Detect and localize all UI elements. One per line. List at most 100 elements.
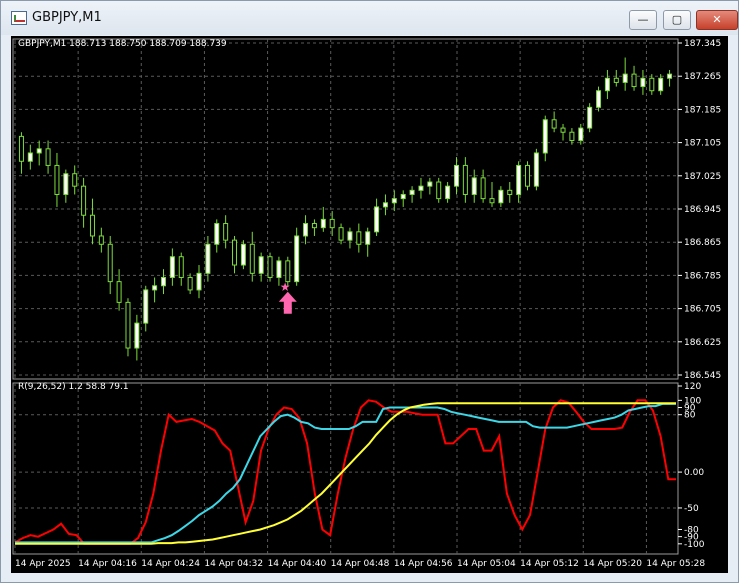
candle-body — [631, 73, 637, 88]
price-axis-label: 186.945 — [684, 205, 721, 215]
candle-body — [622, 73, 628, 83]
candle-body — [320, 218, 326, 229]
price-axis-label: 186.545 — [684, 371, 721, 381]
candle-body — [125, 301, 131, 349]
candle-body — [72, 173, 78, 187]
price-axis-label: 186.705 — [684, 305, 721, 315]
candle-body — [232, 239, 238, 266]
candle-body — [445, 185, 451, 200]
candle-body — [205, 243, 211, 274]
candle-body — [196, 272, 202, 291]
candle-body — [453, 164, 459, 187]
candle-body — [152, 285, 158, 291]
candle-body — [462, 164, 468, 195]
candle-body — [542, 119, 548, 154]
candle-body — [160, 276, 166, 287]
candle-body — [489, 198, 495, 204]
chart-background — [11, 36, 728, 573]
candle-body — [187, 276, 193, 291]
time-axis-label: 14 Apr 04:48 — [331, 559, 390, 569]
time-axis-label: 14 Apr 05:12 — [520, 559, 579, 569]
candle-body — [480, 177, 486, 200]
candle-body — [569, 131, 575, 142]
candle-body — [418, 185, 424, 191]
price-chart[interactable]: 14 Apr 2025 14 Apr 04:16 14 Apr 04:24 14 Ap… — [0, 0, 739, 583]
candle-body — [516, 164, 522, 195]
candle-body — [276, 260, 282, 278]
candle-body — [54, 164, 60, 195]
time-axis-label: 14 Apr 04:16 — [78, 559, 137, 569]
time-axis-label: 14 Apr 04:32 — [204, 559, 263, 569]
candle-body — [107, 243, 113, 283]
candle-body — [89, 214, 95, 237]
candle-body — [285, 260, 291, 283]
candle-body — [98, 235, 104, 245]
time-axis-label: 14 Apr 04:56 — [394, 559, 453, 569]
indicator-axis-label: 0.00 — [684, 468, 704, 478]
candle-body — [667, 73, 673, 79]
candle-body — [27, 152, 33, 162]
candle-body — [169, 256, 175, 278]
signal-star: ★ — [280, 280, 291, 294]
candle-body — [551, 119, 557, 129]
candle-body — [400, 193, 406, 200]
candle-body — [294, 235, 300, 283]
candle-body — [498, 189, 504, 204]
candle-body — [658, 77, 664, 92]
candle-body — [311, 223, 317, 229]
candle-body — [267, 256, 273, 278]
time-axis-label: 14 Apr 05:28 — [646, 559, 705, 569]
candle-body — [374, 206, 380, 233]
time-axis-label: 14 Apr 04:40 — [268, 559, 327, 569]
time-axis-label: 14 Apr 05:04 — [457, 559, 516, 569]
candle-body — [81, 185, 87, 216]
candle-body — [365, 231, 371, 245]
candle-body — [178, 256, 184, 278]
candle-body — [303, 223, 309, 237]
candle-body — [143, 289, 149, 324]
candle-body — [427, 181, 433, 187]
candle-body — [649, 77, 655, 92]
time-axis-label: 14 Apr 2025 — [15, 559, 71, 569]
candle-body — [560, 127, 566, 133]
candle-body — [214, 223, 220, 245]
candle-body — [347, 231, 353, 241]
candle-body — [134, 322, 140, 349]
candle-body — [596, 90, 602, 108]
time-axis-label: 14 Apr 04:24 — [141, 559, 200, 569]
candle-body — [249, 243, 255, 274]
indicator-readout: R(9,26,52) 1.2 58.8 79.1 — [18, 382, 129, 392]
candle-body — [578, 127, 584, 142]
candle-body — [63, 173, 69, 195]
indicator-axis-label: 120 — [684, 382, 701, 392]
indicator-axis-label: -100 — [684, 540, 705, 550]
candle-body — [533, 152, 539, 187]
candle-body — [223, 223, 229, 241]
candle-body — [329, 218, 335, 229]
candle-body — [36, 148, 42, 154]
candle-body — [116, 281, 122, 303]
indicator-axis-label: -50 — [684, 504, 699, 514]
price-axis-label: 187.345 — [684, 39, 721, 49]
candle-body — [258, 256, 264, 274]
candle-body — [391, 198, 397, 204]
price-axis-label: 187.185 — [684, 105, 721, 115]
candle-body — [640, 77, 646, 88]
candle-body — [18, 135, 24, 162]
candle-body — [436, 181, 442, 200]
time-axis-label: 14 Apr 05:20 — [583, 559, 642, 569]
candle-body — [356, 231, 362, 245]
price-axis-label: 187.265 — [684, 72, 721, 82]
ohlc-readout: GBPJPY,M1 188.713 188.750 188.709 188.73… — [18, 39, 227, 49]
candle-body — [338, 227, 344, 241]
candle-body — [471, 177, 477, 195]
price-axis-label: 187.105 — [684, 139, 721, 149]
candle-body — [587, 106, 593, 129]
candle-body — [45, 148, 51, 166]
candle-body — [409, 189, 415, 195]
price-axis-label: 186.865 — [684, 238, 721, 248]
price-axis-label: 186.785 — [684, 271, 721, 281]
candle-body — [613, 77, 619, 83]
candle-body — [507, 189, 513, 195]
price-axis-label: 187.025 — [684, 172, 721, 182]
